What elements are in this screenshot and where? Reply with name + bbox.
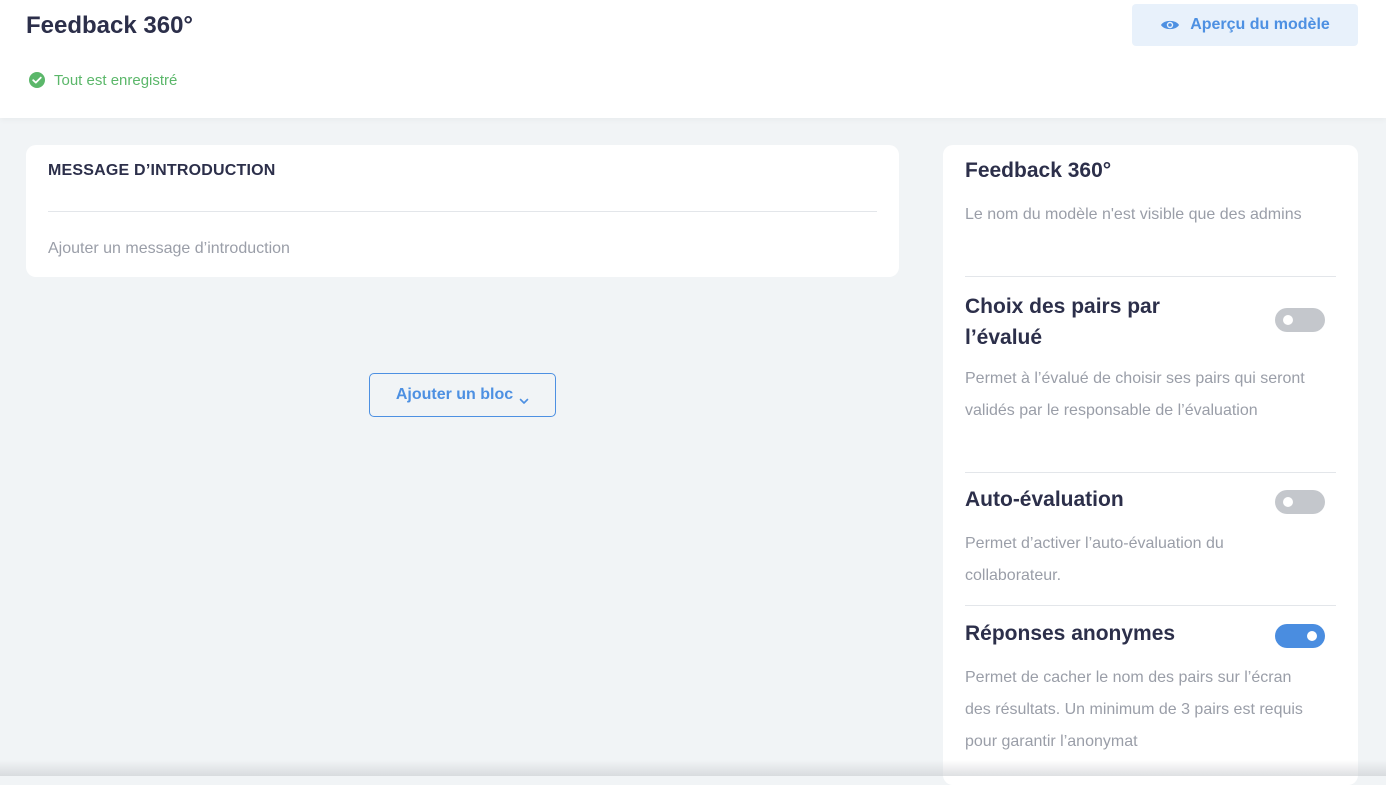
divider bbox=[965, 472, 1336, 473]
intro-message-title: MESSAGE D’INTRODUCTION bbox=[48, 162, 276, 179]
template-name[interactable]: Feedback 360° bbox=[965, 159, 1111, 183]
option-title-self-evaluation: Auto-évaluation bbox=[965, 488, 1124, 511]
settings-panel: Feedback 360° Le nom du modèle n'est vis… bbox=[943, 145, 1358, 785]
chevron-down-icon bbox=[519, 392, 529, 404]
option-desc-peer-choice: Permet à l’évalué de choisir ses pairs q… bbox=[965, 370, 1305, 419]
toggle-knob bbox=[1307, 631, 1317, 641]
template-preview-button[interactable]: Aperçu du modèle bbox=[1132, 4, 1358, 46]
toggle-knob bbox=[1283, 497, 1293, 507]
intro-message-input[interactable]: Ajouter un message d’introduction bbox=[48, 240, 290, 258]
option-desc-self-evaluation: Permet d’activer l’auto-évaluation du co… bbox=[965, 535, 1224, 584]
toggle-peer-choice[interactable] bbox=[1275, 308, 1325, 332]
option-desc-anonymous-answers: Permet de cacher le nom des pairs sur l’… bbox=[965, 669, 1303, 750]
divider bbox=[48, 211, 877, 212]
check-circle-icon bbox=[28, 71, 46, 89]
divider bbox=[965, 605, 1336, 606]
page-header: Feedback 360° Tout est enregistré Aperçu… bbox=[0, 0, 1386, 118]
save-status-label: Tout est enregistré bbox=[54, 71, 178, 89]
bottom-shadow bbox=[0, 760, 1386, 776]
add-block-button[interactable]: Ajouter un bloc bbox=[369, 373, 556, 417]
add-block-label: Ajouter un bloc bbox=[395, 386, 514, 403]
intro-message-card: MESSAGE D’INTRODUCTION Ajouter un messag… bbox=[26, 145, 899, 277]
toggle-self-evaluation[interactable] bbox=[1275, 490, 1325, 514]
option-title-peer-choice: Choix des pairs par l’évalué bbox=[965, 295, 1160, 349]
page-title: Feedback 360° bbox=[26, 12, 194, 39]
template-preview-label: Aperçu du modèle bbox=[1190, 16, 1330, 33]
toggle-knob bbox=[1283, 315, 1293, 325]
divider bbox=[965, 276, 1336, 277]
toggle-anonymous-answers[interactable] bbox=[1275, 624, 1325, 648]
eye-icon bbox=[1160, 18, 1180, 32]
option-title-anonymous-answers: Réponses anonymes bbox=[965, 622, 1176, 645]
save-status: Tout est enregistré bbox=[28, 71, 177, 89]
template-name-note: Le nom du modèle n'est visible que des a… bbox=[965, 206, 1302, 223]
